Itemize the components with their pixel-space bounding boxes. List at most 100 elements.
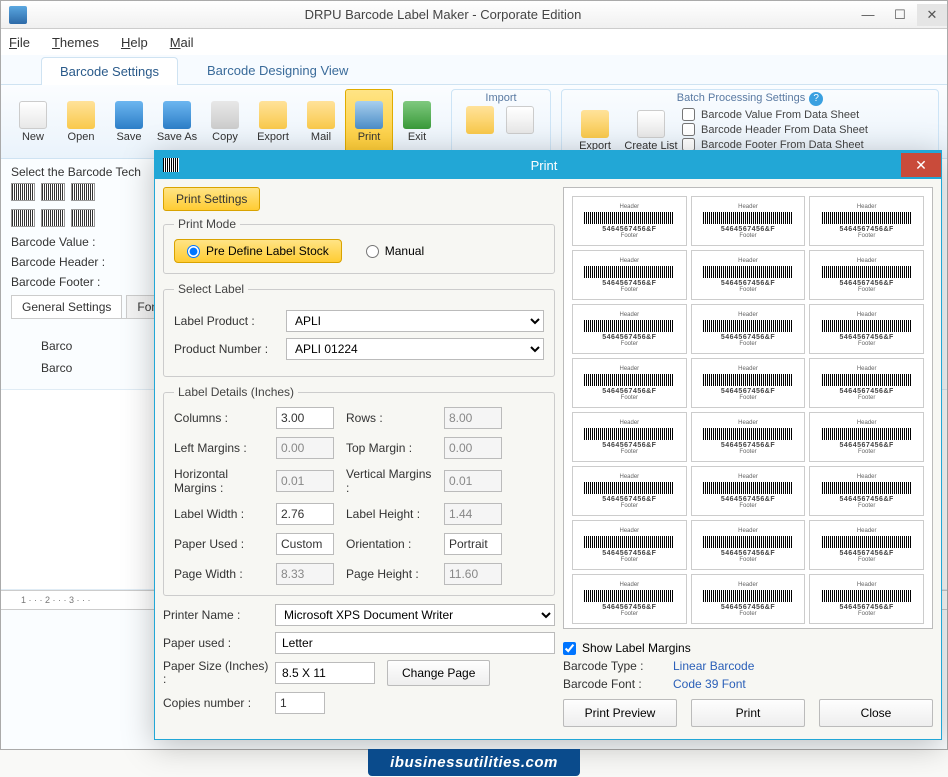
batch-create-list[interactable]: Create List — [620, 110, 682, 152]
createlist-icon — [637, 110, 665, 138]
minimize-button[interactable]: — — [853, 4, 883, 26]
label-preview-cell: Header5464567456&FFooter — [691, 412, 806, 462]
main-tabs: Barcode Settings Barcode Designing View — [1, 55, 947, 85]
ribbon-export[interactable]: Export — [249, 89, 297, 154]
printer-name-select[interactable]: Microsoft XPS Document Writer — [275, 604, 555, 626]
print-mode-fieldset: Print Mode Pre Define Label Stock Manual — [163, 217, 555, 274]
label-preview-cell: Header5464567456&FFooter — [691, 574, 806, 624]
vertical-margin-input[interactable] — [444, 470, 502, 492]
ribbon-open[interactable]: Open — [57, 89, 105, 154]
label-preview-cell: Header5464567456&FFooter — [572, 574, 687, 624]
ribbon-print[interactable]: Print — [345, 89, 393, 154]
print-settings-tab[interactable]: Print Settings — [163, 187, 260, 211]
ribbon-save[interactable]: Save — [105, 89, 153, 154]
label-preview-cell: Header5464567456&FFooter — [572, 412, 687, 462]
import-group: Import — [451, 89, 551, 155]
label-preview-cell: Header5464567456&FFooter — [691, 196, 806, 246]
copies-number-input[interactable] — [275, 692, 325, 714]
file-icon — [506, 106, 534, 134]
barcode-thumb-icon[interactable] — [11, 209, 35, 227]
barcode-thumb-icon[interactable] — [71, 183, 95, 201]
mail-icon — [307, 101, 335, 129]
label-preview-cell: Header5464567456&FFooter — [809, 250, 924, 300]
left-margin-input[interactable] — [276, 437, 334, 459]
label-height-input[interactable] — [444, 503, 502, 525]
show-label-margins-checkbox[interactable]: Show Label Margins — [563, 641, 933, 655]
export-icon — [259, 101, 287, 129]
close-button[interactable]: ✕ — [917, 4, 947, 26]
batch-opt-header[interactable]: Barcode Header From Data Sheet — [682, 123, 868, 136]
print-button[interactable]: Print — [691, 699, 805, 727]
print-dialog: Print ✕ Print Settings Print Mode Pre De… — [154, 150, 942, 740]
barcode-thumb-icon[interactable] — [71, 209, 95, 227]
page-width-input[interactable] — [276, 563, 334, 585]
paper-used-display — [275, 632, 555, 654]
barcode-header-label: Barcode Header : — [11, 255, 121, 269]
label-preview-cell: Header5464567456&FFooter — [572, 196, 687, 246]
window-title: DRPU Barcode Label Maker - Corporate Edi… — [35, 7, 851, 22]
menu-file[interactable]: File — [9, 35, 30, 50]
product-number-select[interactable]: APLI 01224 — [286, 338, 544, 360]
batch-opt-value[interactable]: Barcode Value From Data Sheet — [682, 108, 868, 121]
horizontal-margin-input[interactable] — [276, 470, 334, 492]
label-preview-cell: Header5464567456&FFooter — [809, 358, 924, 408]
label-preview-cell: Header5464567456&FFooter — [809, 304, 924, 354]
label-preview-cell: Header5464567456&FFooter — [572, 466, 687, 516]
label-preview-cell: Header5464567456&FFooter — [809, 574, 924, 624]
import-file[interactable] — [500, 106, 540, 136]
dialog-titlebar: Print ✕ — [155, 151, 941, 179]
tab-barcode-settings[interactable]: Barcode Settings — [41, 57, 178, 85]
top-margin-input[interactable] — [444, 437, 502, 459]
select-label-fieldset: Select Label Label Product :APLI Product… — [163, 282, 555, 377]
change-page-button[interactable]: Change Page — [387, 660, 490, 686]
barcode-icon — [163, 158, 179, 172]
tab-barcode-designing-view[interactable]: Barcode Designing View — [188, 56, 367, 84]
paper-used-input[interactable] — [276, 533, 334, 555]
label-preview-cell: Header5464567456&FFooter — [809, 466, 924, 516]
label-preview-cell: Header5464567456&FFooter — [809, 520, 924, 570]
barcode-thumb-icon[interactable] — [41, 209, 65, 227]
dialog-close-button[interactable]: ✕ — [901, 153, 941, 177]
label-preview-panel: Header5464567456&FFooterHeader5464567456… — [563, 187, 933, 629]
label-product-select[interactable]: APLI — [286, 310, 544, 332]
batch-export[interactable]: Export — [570, 110, 620, 152]
ribbon-mail[interactable]: Mail — [297, 89, 345, 154]
subtab-general[interactable]: General Settings — [11, 295, 122, 318]
paper-size-display — [275, 662, 375, 684]
ribbon-saveas[interactable]: Save As — [153, 89, 201, 154]
label-preview-cell: Header5464567456&FFooter — [572, 304, 687, 354]
batch-group: Batch Processing Settings? Export Create… — [561, 89, 939, 155]
print-preview-button[interactable]: Print Preview — [563, 699, 677, 727]
import-excel[interactable] — [460, 106, 500, 136]
new-icon — [19, 101, 47, 129]
page-height-input[interactable] — [444, 563, 502, 585]
columns-input[interactable] — [276, 407, 334, 429]
label-preview-cell: Header5464567456&FFooter — [691, 304, 806, 354]
menu-help[interactable]: Help — [121, 35, 148, 50]
label-preview-cell: Header5464567456&FFooter — [809, 412, 924, 462]
maximize-button[interactable]: ☐ — [885, 4, 915, 26]
barcode-value-label: Barcode Value : — [11, 235, 121, 249]
help-icon[interactable]: ? — [809, 92, 823, 106]
copy-icon — [211, 101, 239, 129]
menu-mail[interactable]: Mail — [170, 35, 194, 50]
ribbon-new[interactable]: New — [9, 89, 57, 154]
close-button[interactable]: Close — [819, 699, 933, 727]
barcode-thumb-icon[interactable] — [41, 183, 65, 201]
ribbon: New Open Save Save As Copy Export Mail P… — [1, 85, 947, 159]
ribbon-exit[interactable]: Exit — [393, 89, 441, 154]
titlebar: DRPU Barcode Label Maker - Corporate Edi… — [1, 1, 947, 29]
ribbon-copy[interactable]: Copy — [201, 89, 249, 154]
dialog-title: Print — [187, 158, 901, 173]
app-icon — [9, 6, 27, 24]
menu-themes[interactable]: Themes — [52, 35, 99, 50]
rows-input[interactable] — [444, 407, 502, 429]
label-width-input[interactable] — [276, 503, 334, 525]
barcode-thumb-icon[interactable] — [11, 183, 35, 201]
label-preview-cell: Header5464567456&FFooter — [691, 358, 806, 408]
orientation-input[interactable] — [444, 533, 502, 555]
label-preview-cell: Header5464567456&FFooter — [572, 520, 687, 570]
radio-manual[interactable]: Manual — [366, 244, 424, 258]
label-preview-cell: Header5464567456&FFooter — [572, 250, 687, 300]
radio-predefine-label-stock[interactable]: Pre Define Label Stock — [174, 239, 342, 263]
